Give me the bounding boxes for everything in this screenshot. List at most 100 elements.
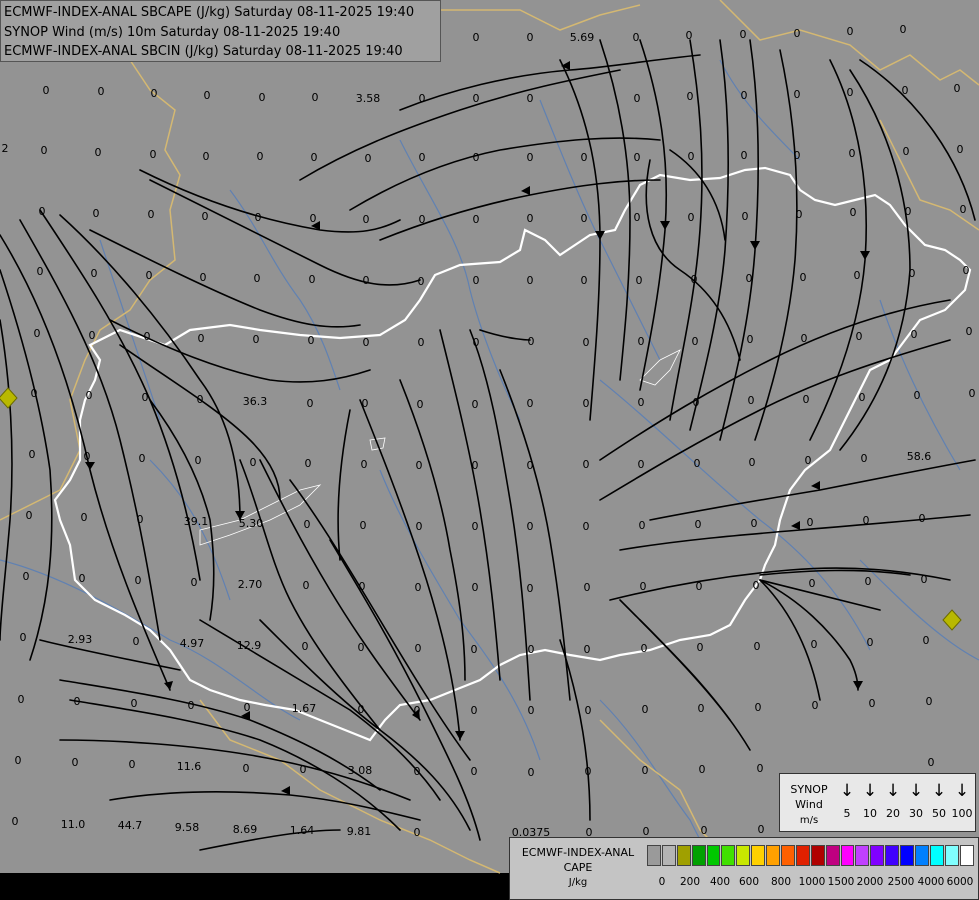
cape-value-label: 0 bbox=[144, 330, 151, 343]
cape-value-label: 0 bbox=[244, 701, 251, 714]
cape-value-label: 0 bbox=[419, 213, 426, 226]
cape-value-label: 0 bbox=[135, 574, 142, 587]
cape-value-label: 0 bbox=[309, 273, 316, 286]
cape-scale-label: 800 bbox=[770, 876, 792, 888]
cape-value-label: 0 bbox=[414, 704, 421, 717]
cape-value-label: 0 bbox=[34, 327, 41, 340]
cape-value-label: 0 bbox=[751, 517, 758, 530]
cape-value-label: 0 bbox=[415, 581, 422, 594]
wind-legend-speed-30: ↓ 30 bbox=[905, 780, 927, 820]
cape-value-label: 0 bbox=[695, 518, 702, 531]
cape-value-label: 0 bbox=[584, 581, 591, 594]
cape-scale-label: 0 bbox=[658, 876, 666, 888]
cape-value-label: 0 bbox=[583, 397, 590, 410]
cape-legend-unit: J/kg bbox=[568, 877, 588, 888]
cape-value-label: 0 bbox=[300, 763, 307, 776]
cape-value-label: 2.70 bbox=[238, 578, 263, 591]
cape-value-label: 4.97 bbox=[180, 637, 205, 650]
cape-value-label: 0 bbox=[926, 695, 933, 708]
cape-value-label: 0 bbox=[527, 212, 534, 225]
cape-value-label: 0 bbox=[72, 756, 79, 769]
cape-value-label: 0 bbox=[905, 205, 912, 218]
cape-value-label: 0 bbox=[308, 334, 315, 347]
cape-value-label: 0 bbox=[527, 520, 534, 533]
cape-value-label: 0 bbox=[919, 512, 926, 525]
cape-scale-label: 1000 bbox=[798, 876, 826, 888]
cape-value-label: 11.0 bbox=[61, 818, 86, 831]
cape-value-label: 0 bbox=[746, 272, 753, 285]
cape-value-label: 0 bbox=[98, 85, 105, 98]
cape-value-label: 0 bbox=[257, 150, 264, 163]
wind-legend-speed-100: ↓ 100 bbox=[951, 780, 973, 820]
cape-value-label: 11.6 bbox=[177, 760, 202, 773]
cape-scale-label: 1500 bbox=[827, 876, 855, 888]
cape-value-label: 0 bbox=[472, 581, 479, 594]
cape-value-label: 0 bbox=[150, 148, 157, 161]
cape-value-label: 0 bbox=[581, 274, 588, 287]
cape-color-swatch bbox=[915, 845, 929, 866]
cape-value-label: 0 bbox=[39, 205, 46, 218]
cape-value-label: 0 bbox=[807, 516, 814, 529]
cape-value-label: 0 bbox=[642, 703, 649, 716]
cape-value-label: 0 bbox=[31, 387, 38, 400]
cape-value-label: 0 bbox=[148, 208, 155, 221]
cape-value-label: 0 bbox=[528, 704, 535, 717]
cape-value-label: 0 bbox=[191, 576, 198, 589]
wind-legend-speed-20: ↓ 20 bbox=[882, 780, 904, 820]
cape-value-label: 0 bbox=[360, 519, 367, 532]
cape-value-label: 0 bbox=[741, 89, 748, 102]
cape-value-label: 3.58 bbox=[356, 92, 381, 105]
cape-value-label: 0 bbox=[255, 211, 262, 224]
cape-value-label: 44.7 bbox=[118, 819, 143, 832]
cape-color-swatch bbox=[647, 845, 661, 866]
cape-value-label: 0 bbox=[86, 389, 93, 402]
cape-value-label: 0 bbox=[361, 458, 368, 471]
cape-value-label: 0 bbox=[23, 570, 30, 583]
cape-value-label: 0 bbox=[473, 274, 480, 287]
cape-value-label: 0 bbox=[527, 582, 534, 595]
cape-value-label: 5.69 bbox=[570, 31, 595, 44]
cape-value-label: 0 bbox=[151, 87, 158, 100]
cape-value-label: 0 bbox=[200, 271, 207, 284]
cape-value-label: 0 bbox=[583, 520, 590, 533]
cape-value-label: 0 bbox=[867, 636, 874, 649]
cape-value-label: 0 bbox=[29, 448, 36, 461]
wind-legend-speed-label: 50 bbox=[932, 807, 946, 820]
cape-color-swatch bbox=[721, 845, 736, 866]
cape-value-label: 0 bbox=[847, 25, 854, 38]
cape-value-label: 0 bbox=[312, 91, 319, 104]
cape-value-label: 0 bbox=[139, 452, 146, 465]
cape-value-label: 0 bbox=[688, 211, 695, 224]
cape-value-label: 0 bbox=[527, 31, 534, 44]
cape-value-label: 0 bbox=[304, 518, 311, 531]
cape-value-label: 0 bbox=[142, 391, 149, 404]
cape-value-label: 1.67 bbox=[292, 702, 317, 715]
wind-legend: SYNOP Wind m/s ↓ 5 ↓ 10 ↓ 20 ↓ 30 ↓ 50 ↓ 100 bbox=[779, 773, 976, 832]
cape-color-swatch bbox=[661, 845, 676, 866]
cape-value-label: 0 bbox=[473, 92, 480, 105]
wind-legend-title: SYNOP Wind bbox=[790, 783, 828, 811]
cape-value-label: 0 bbox=[527, 92, 534, 105]
cape-value-label: 39.1 bbox=[184, 515, 209, 528]
cape-value-label: 0 bbox=[204, 89, 211, 102]
cape-value-label: 0 bbox=[960, 203, 967, 216]
weather-map[interactable]: 0 0 0 0 0 0 3.58 0 0 05.69 0 0 0 0 0 00 00 0 0 0 0 0 02 0 0 0 0 0 0 0… bbox=[0, 0, 979, 900]
cape-value-label: 0 bbox=[903, 145, 910, 158]
cape-value-label: 1.64 bbox=[290, 824, 315, 837]
cape-color-swatch bbox=[706, 845, 721, 866]
cape-value-label: 0 bbox=[471, 765, 478, 778]
wind-arrow-icon: ↓ bbox=[862, 781, 878, 801]
wind-arrow-icon: ↓ bbox=[885, 781, 901, 801]
cape-legend-title: ECMWF-INDEX-ANAL CAPE bbox=[521, 846, 635, 874]
wind-legend-speed-50: ↓ 50 bbox=[928, 780, 950, 820]
cape-value-label: 0 bbox=[363, 213, 370, 226]
wind-arrow-icon: ↓ bbox=[931, 781, 947, 801]
cape-value-label: 0 bbox=[585, 765, 592, 778]
cape-value-label: 0 bbox=[528, 766, 535, 779]
cape-value-label: 0 bbox=[528, 335, 535, 348]
cape-value-label: 0 bbox=[805, 454, 812, 467]
cape-color-swatch bbox=[795, 845, 810, 866]
cape-value-label: 0 bbox=[741, 149, 748, 162]
cape-value-label: 0 bbox=[754, 640, 761, 653]
cape-value-label: 0 bbox=[527, 397, 534, 410]
